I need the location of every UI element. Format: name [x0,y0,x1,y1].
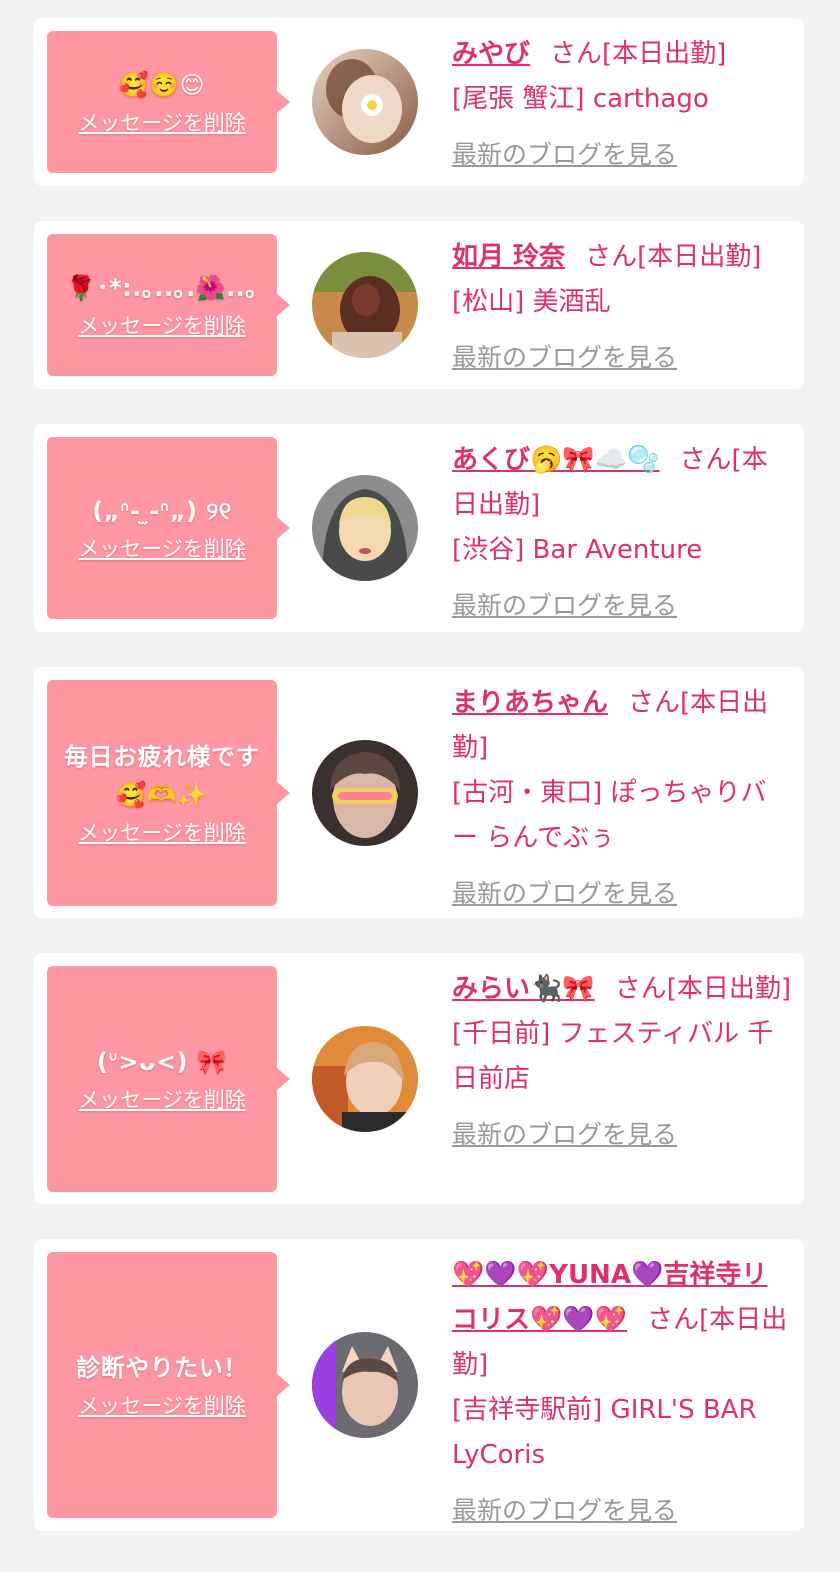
shop-name: [千日前] フェスティバル 千日前店 [452,1019,774,1094]
cast-info: みらい🐈‍⬛🎀 さん[本日出勤] [千日前] フェスティバル 千日前店 最新のブロ… [452,967,792,1158]
latest-blog-link[interactable]: 最新のブログを見る [452,335,677,380]
latest-blog-link[interactable]: 最新のブログを見る [452,871,677,916]
message-text: 診断やりたい！ [76,1354,248,1382]
message-card: (ᐡ>ᴗ<) 🎀 メッセージを削除 みらい🐈‍⬛🎀 さん[本日出勤] [千日前] … [34,953,804,1204]
message-text: 毎日お疲れ様です🥰🫶✨ [64,743,260,809]
message-text: (ᐡ>ᴗ<) 🎀 [96,1048,228,1076]
latest-blog-link[interactable]: 最新のブログを見る [452,583,677,628]
cast-suffix: さん[本日出勤] [614,974,792,1004]
cast-name-link[interactable]: みやび [452,39,530,69]
shop-name: [尾張 蟹江] carthago [452,84,709,114]
avatar[interactable] [312,49,418,155]
latest-blog-link[interactable]: 最新のブログを見る [452,1488,677,1533]
message-bubble: (ᐡ>ᴗ<) 🎀 メッセージを削除 [47,966,290,1192]
message-bubble: 診断やりたい！ メッセージを削除 [47,1252,290,1518]
latest-blog-link[interactable]: 最新のブログを見る [452,132,677,177]
message-card: 🥰☺️😊 メッセージを削除 みやび さん[本日出勤] [尾張 蟹江] cartha… [34,18,804,186]
delete-message-link[interactable]: メッセージを削除 [78,311,246,341]
avatar[interactable] [312,1026,418,1132]
latest-blog-link[interactable]: 最新のブログを見る [452,1112,677,1157]
cast-info: まりあちゃん さん[本日出勤] [古河・東口] ぽっちゃりバー らんでぶぅ 最新の… [452,681,792,917]
cast-name-link[interactable]: あくび🥱🎀☁️🫧 [452,445,660,475]
message-text: („ᐢ- ̫-ᐢ„) ୨୧ [92,497,232,525]
delete-message-link[interactable]: メッセージを削除 [78,1391,246,1421]
message-text: 🌹･*:.｡..｡.🌺..｡ [66,274,258,302]
shop-name: [松山] 美酒乱 [452,287,611,317]
cast-suffix: さん[本日出勤] [550,39,727,69]
avatar[interactable] [312,475,418,581]
message-card: 🌹･*:.｡..｡.🌺..｡ メッセージを削除 如月 玲奈 さん[本日出勤] [松… [34,221,804,389]
avatar-photo-icon [312,740,418,846]
avatar-photo-icon [312,1332,418,1438]
shop-name: [渋谷] Bar Aventure [452,535,703,565]
cast-info: 💖💜💖YUNA💜吉祥寺リコリス💖💜💖 さん[本日出勤] [吉祥寺駅前] GIRL'… [452,1253,792,1534]
message-card: („ᐢ- ̫-ᐢ„) ୨୧ メッセージを削除 あくび🥱🎀☁️🫧 さん[本日出勤] … [34,424,804,632]
message-text: 🥰☺️😊 [118,71,206,99]
avatar-photo-icon [312,49,418,155]
cast-name-link[interactable]: 如月 玲奈 [452,242,565,272]
message-bubble: 🥰☺️😊 メッセージを削除 [47,31,290,173]
message-bubble: 毎日お疲れ様です🥰🫶✨ メッセージを削除 [47,680,290,906]
delete-message-link[interactable]: メッセージを削除 [78,108,246,138]
avatar[interactable] [312,1332,418,1438]
avatar[interactable] [312,740,418,846]
avatar-photo-icon [312,1026,418,1132]
message-card: 毎日お疲れ様です🥰🫶✨ メッセージを削除 まりあちゃん さん[本日出勤] [古河・… [34,667,804,918]
delete-message-link[interactable]: メッセージを削除 [78,1085,246,1115]
cast-suffix: さん[本日出勤] [585,242,762,272]
delete-message-link[interactable]: メッセージを削除 [78,534,246,564]
message-bubble: 🌹･*:.｡..｡.🌺..｡ メッセージを削除 [47,234,290,376]
avatar-photo-icon [312,475,418,581]
shop-name: [古河・東口] ぽっちゃりバー らんでぶぅ [452,778,767,853]
message-card: 診断やりたい！ メッセージを削除 💖💜💖YUNA💜吉祥寺リコリス💖💜💖 さん[本日… [34,1239,804,1531]
shop-name: [吉祥寺駅前] GIRL'S BAR LyCoris [452,1395,757,1470]
cast-name-link[interactable]: みらい🐈‍⬛🎀 [452,974,595,1004]
avatar[interactable] [312,252,418,358]
message-list: 🥰☺️😊 メッセージを削除 みやび さん[本日出勤] [尾張 蟹江] cartha… [0,0,840,1572]
delete-message-link[interactable]: メッセージを削除 [78,818,246,848]
message-bubble: („ᐢ- ̫-ᐢ„) ୨୧ メッセージを削除 [47,437,290,619]
avatar-photo-icon [312,252,418,358]
cast-info: みやび さん[本日出勤] [尾張 蟹江] carthago 最新のブログを見る [452,32,792,178]
cast-name-link[interactable]: まりあちゃん [452,688,608,718]
cast-info: あくび🥱🎀☁️🫧 さん[本日出勤] [渋谷] Bar Aventure 最新のブロ… [452,438,792,629]
cast-info: 如月 玲奈 さん[本日出勤] [松山] 美酒乱 最新のブログを見る [452,235,792,381]
